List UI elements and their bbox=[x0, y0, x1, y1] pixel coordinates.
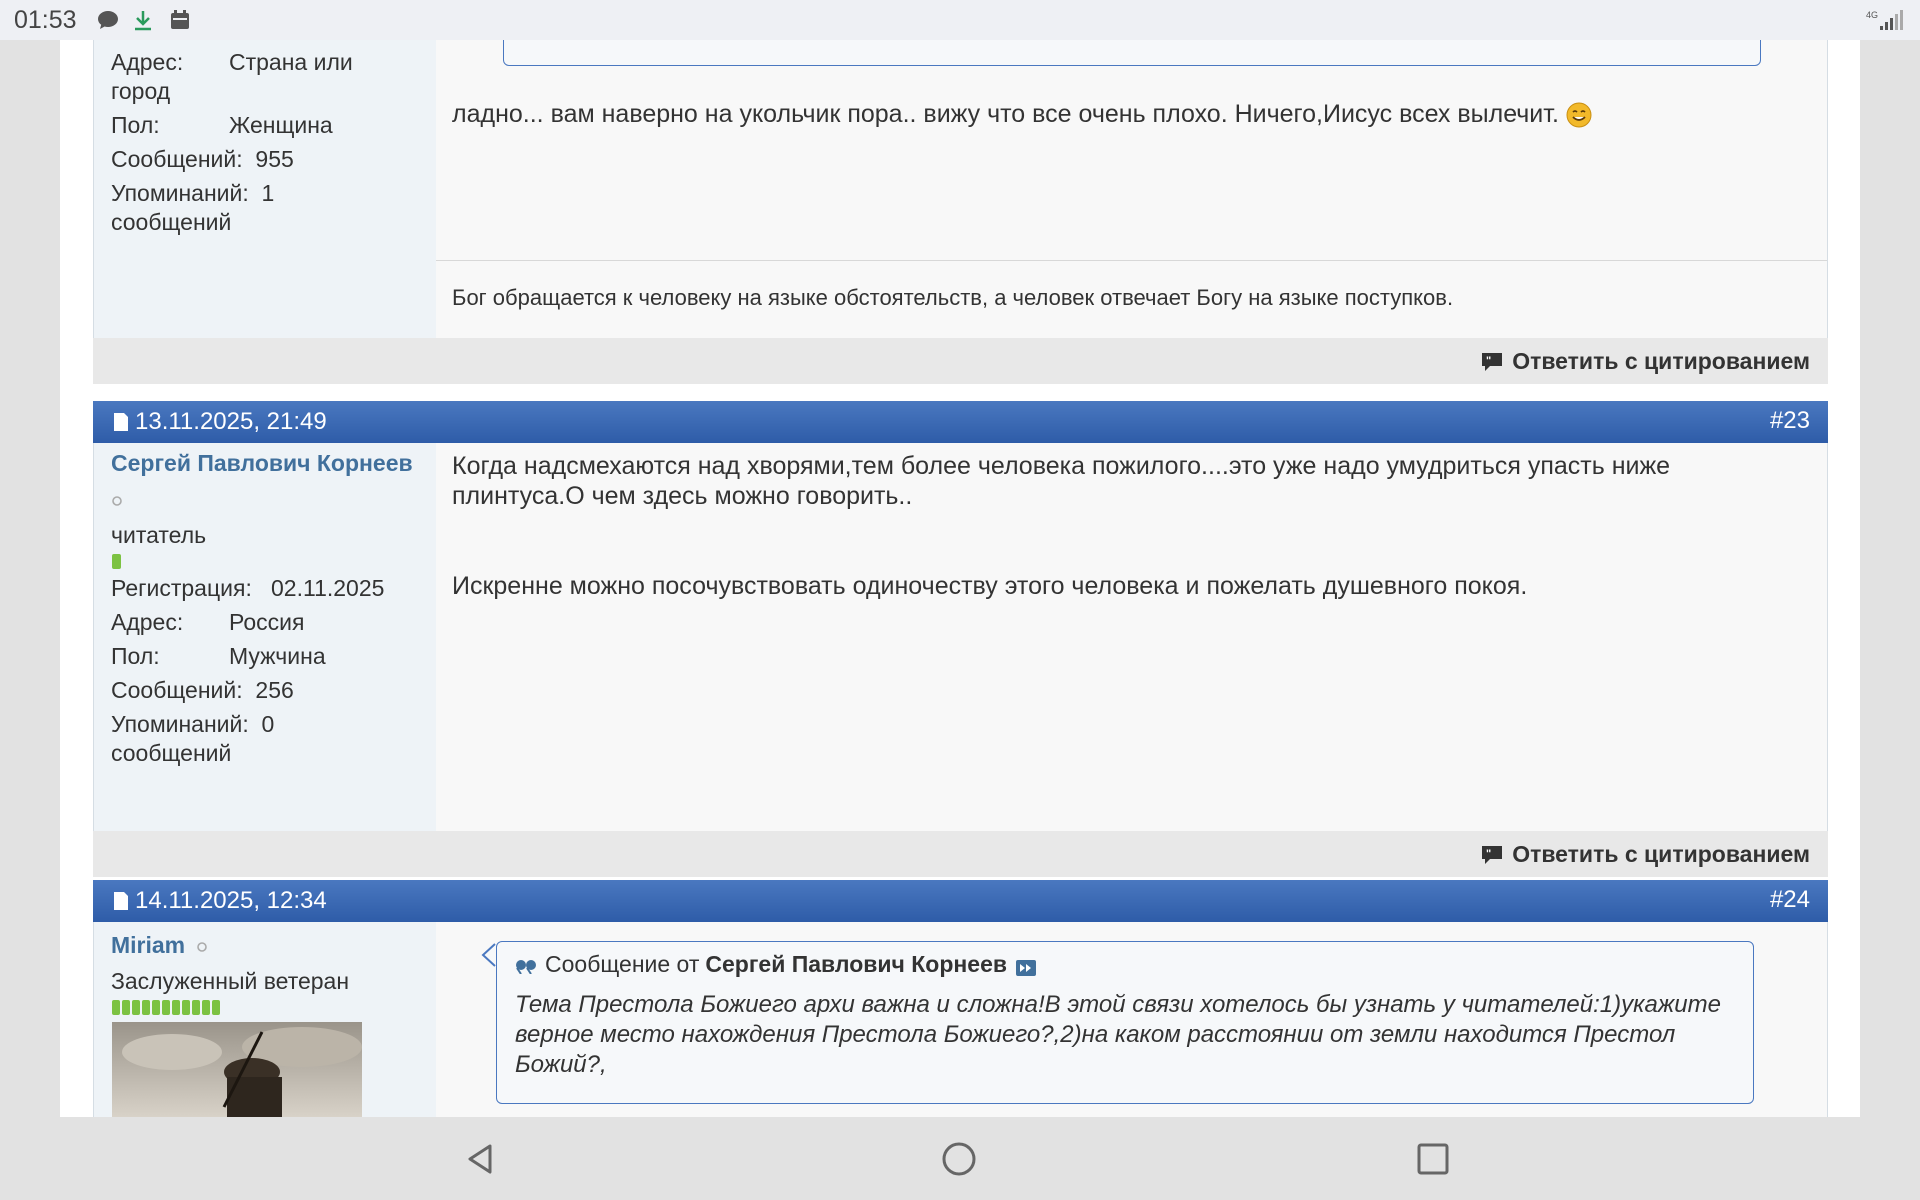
user-info-panel: Сергей Павлович Корнеев читатель Регистр… bbox=[93, 443, 437, 831]
quote-author: Сергей Павлович Корнеев bbox=[705, 951, 1008, 977]
download-icon bbox=[135, 11, 151, 31]
back-icon[interactable] bbox=[460, 1138, 502, 1180]
address-row: Адрес: Страна или bbox=[111, 49, 353, 75]
post-content: Сообщение от Сергей Павлович Корнеев Тем… bbox=[436, 922, 1828, 1117]
signature-separator bbox=[436, 260, 1827, 261]
post-date: 14.11.2025, 12:34 bbox=[113, 887, 327, 915]
post-message: Когда надсмехаются над хворями,тем более… bbox=[452, 452, 1671, 510]
home-icon[interactable] bbox=[938, 1138, 980, 1180]
clock: 01:53 bbox=[14, 6, 77, 34]
quote-icon bbox=[516, 959, 536, 974]
user-rank: Заслуженный ветеран bbox=[111, 968, 350, 994]
status-bar: 01:53 4G bbox=[0, 0, 1920, 40]
quote-header: Сообщение от Сергей Павлович Корнеев bbox=[515, 951, 1037, 978]
mentions-suffix: сообщений bbox=[111, 209, 232, 235]
chat-bubble-icon bbox=[98, 11, 118, 29]
post-footer: " Ответить с цитированием bbox=[93, 338, 1828, 384]
calendar-icon bbox=[171, 10, 189, 29]
signal-icon: 4G bbox=[1866, 10, 1903, 30]
quote-box: Сообщение от Сергей Павлович Корнеев Тем… bbox=[496, 941, 1754, 1104]
view-post-icon[interactable] bbox=[1015, 959, 1037, 977]
user-avatar[interactable] bbox=[112, 1022, 362, 1117]
post-message-paragraph: Искренне можно посочувствовать одиночест… bbox=[452, 572, 1528, 600]
user-info-panel: Miriam Заслуженный ветеран bbox=[93, 922, 437, 1117]
quote-pointer-icon bbox=[481, 943, 496, 967]
gender-row: Пол: Женщина bbox=[111, 112, 333, 138]
post-previous: Адрес: Страна или город Пол: Женщина Сообщ… bbox=[93, 40, 1828, 384]
gender-row: Пол: Мужчина bbox=[111, 643, 326, 669]
post-number-link[interactable]: #24 bbox=[1770, 886, 1810, 914]
post-content: Когда надсмехаются над хворями,тем более… bbox=[436, 443, 1828, 831]
posts-count-row: Сообщений: 955 bbox=[111, 146, 294, 172]
mentions-row: Упоминаний: 0 bbox=[111, 711, 275, 737]
forum-page: Адрес: Страна или город Пол: Женщина Сообщ… bbox=[60, 40, 1860, 1117]
registration-row: Регистрация: 02.11.2025 bbox=[111, 575, 385, 601]
offline-status-icon bbox=[112, 496, 122, 506]
smile-emoji-icon bbox=[1566, 102, 1592, 128]
post-header: 14.11.2025, 12:34 #24 bbox=[93, 880, 1828, 922]
username-link[interactable]: Miriam bbox=[111, 932, 208, 959]
document-icon bbox=[114, 892, 128, 910]
quote-box bbox=[503, 40, 1761, 66]
post-number-link[interactable]: #23 bbox=[1770, 407, 1810, 435]
post-23: 13.11.2025, 21:49 #23 Сергей Павлович Ко… bbox=[93, 401, 1828, 877]
reply-with-quote-button[interactable]: " Ответить с цитированием bbox=[1480, 841, 1810, 868]
offline-status-icon bbox=[196, 942, 207, 952]
address-row-cont: город bbox=[111, 78, 171, 104]
posts-count-row: Сообщений: 256 bbox=[111, 677, 294, 703]
user-info-panel: Адрес: Страна или город Пол: Женщина Сообщ… bbox=[93, 40, 437, 338]
svg-text:": " bbox=[1486, 355, 1491, 367]
reply-quote-icon: " bbox=[1482, 845, 1503, 864]
quote-text: Тема Престола Божиего архи важна и сложн… bbox=[515, 991, 1721, 1078]
reputation-bar bbox=[112, 554, 121, 569]
reply-with-quote-button[interactable]: " Ответить с цитированием bbox=[1480, 348, 1810, 375]
mentions-suffix: сообщений bbox=[111, 740, 232, 766]
post-message: ладно... вам наверно на укольчик пора.. … bbox=[452, 99, 1792, 129]
post-date: 13.11.2025, 21:49 bbox=[113, 408, 327, 436]
mentions-row: Упоминаний: 1 bbox=[111, 180, 275, 206]
user-rank: читатель bbox=[111, 522, 207, 548]
post-header: 13.11.2025, 21:49 #23 bbox=[93, 401, 1828, 443]
document-icon bbox=[114, 413, 128, 431]
network-type: 4G bbox=[1866, 10, 1878, 20]
reputation-bar bbox=[112, 1000, 220, 1015]
username-link[interactable]: Сергей Павлович Корнеев bbox=[111, 450, 413, 477]
post-24: 14.11.2025, 12:34 #24 Miriam Заслуженный… bbox=[93, 880, 1828, 1117]
post-footer: " Ответить с цитированием bbox=[93, 831, 1828, 877]
reply-quote-icon: " bbox=[1482, 352, 1503, 371]
navigation-bar bbox=[0, 1117, 1920, 1200]
recents-icon[interactable] bbox=[1412, 1138, 1454, 1180]
address-row: Адрес: Россия bbox=[111, 609, 305, 635]
svg-text:": " bbox=[1486, 848, 1491, 860]
signature: Бог обращается к человеку на языке обсто… bbox=[452, 285, 1454, 310]
post-content: ладно... вам наверно на укольчик пора.. … bbox=[436, 40, 1828, 338]
